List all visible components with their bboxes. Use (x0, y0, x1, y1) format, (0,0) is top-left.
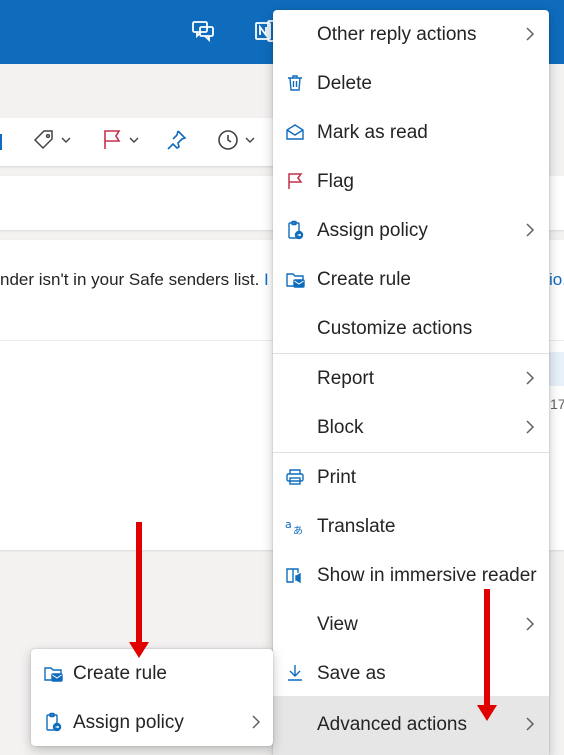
menu-item-view[interactable]: View (273, 600, 549, 649)
menu-item-create-rule[interactable]: Create rule (273, 255, 549, 304)
menu-item-assign-policy[interactable]: Assign policy (273, 206, 549, 255)
policy-icon (285, 220, 305, 240)
menu-item-label: Save as (317, 663, 386, 684)
selected-item-fragment[interactable] (549, 352, 564, 386)
message-toolbar (0, 118, 300, 166)
chevron-right-icon (523, 222, 537, 238)
menu-item-other-reply-actions[interactable]: Other reply actions (273, 10, 549, 59)
menu-item-translate[interactable]: a あ Translate (273, 502, 549, 551)
menu-item-mark-as-read[interactable]: Mark as read (273, 108, 549, 157)
annotation-arrow-down (477, 589, 497, 721)
menu-item-advanced-actions[interactable]: Advanced actions (273, 696, 549, 755)
menu-item-label: Customize actions (317, 318, 473, 339)
clock-icon (216, 128, 240, 157)
menu-item-immersive-reader[interactable]: Show in immersive reader (273, 551, 549, 600)
folder-rule-icon (43, 663, 63, 683)
menu-item-save-as[interactable]: Save as (273, 649, 549, 698)
menu-item-label: Report (317, 368, 375, 389)
menu-item-customize-actions[interactable]: Customize actions (273, 304, 549, 353)
notice-link[interactable]: I (264, 270, 269, 290)
chevron-right-icon (523, 370, 537, 386)
chevron-right-icon (523, 419, 537, 435)
safe-senders-notice: nder isn't in your Safe senders list. (0, 270, 260, 289)
menu-item-label: Delete (317, 73, 372, 94)
envelope-open-icon (285, 122, 305, 142)
printer-icon (285, 467, 305, 487)
notice-link-right[interactable]: io. (549, 270, 564, 290)
menu-item-print[interactable]: Print (273, 453, 549, 502)
chevron-down-icon (244, 133, 256, 151)
submenu-item-create-rule[interactable]: Create rule (31, 649, 273, 698)
categorize-button[interactable] (32, 128, 72, 156)
menu-item-label: Block (317, 417, 364, 438)
ribbon-edge (0, 128, 4, 156)
flag-icon (285, 171, 305, 191)
trash-icon (285, 73, 305, 93)
menu-item-label: Other reply actions (317, 24, 477, 45)
svg-text:あ: あ (293, 525, 303, 536)
menu-item-label: Advanced actions (317, 714, 467, 735)
chevron-right-icon (523, 716, 537, 732)
menu-item-report[interactable]: Report (273, 354, 549, 403)
immersive-reader-icon (285, 565, 305, 585)
menu-item-label: Translate (317, 516, 396, 537)
menu-item-label: Print (317, 467, 357, 488)
folder-rule-icon (285, 269, 305, 289)
menu-item-label: Assign policy (317, 220, 428, 241)
menu-item-block[interactable]: Block (273, 403, 549, 452)
chevron-right-icon (249, 714, 263, 730)
chevron-down-icon (60, 133, 72, 151)
chat-icon[interactable] (190, 18, 216, 44)
menu-item-flag[interactable]: Flag (273, 157, 549, 206)
chevron-right-icon (523, 26, 537, 42)
download-icon (285, 663, 305, 683)
menu-item-label: Create rule (73, 663, 167, 684)
pin-button[interactable] (164, 128, 188, 156)
menu-item-label: Flag (317, 171, 354, 192)
date-fragment: 17 (550, 396, 564, 412)
snooze-button[interactable] (216, 128, 256, 156)
policy-icon (43, 712, 63, 732)
translate-icon: a あ (285, 516, 305, 537)
flag-icon (100, 128, 124, 157)
pin-icon (164, 128, 188, 157)
menu-item-delete[interactable]: Delete (273, 59, 549, 108)
menu-item-label: Create rule (317, 269, 411, 290)
menu-item-label: Mark as read (317, 122, 428, 143)
submenu-item-assign-policy[interactable]: Assign policy (31, 698, 273, 747)
advanced-actions-submenu: Create rule Assign policy (31, 649, 273, 746)
menu-item-label: Show in immersive reader (317, 565, 537, 586)
chevron-down-icon (128, 133, 140, 151)
tag-icon (32, 128, 56, 157)
chevron-right-icon (523, 616, 537, 632)
annotation-arrow-down (129, 522, 149, 658)
menu-item-label: View (317, 614, 358, 635)
menu-item-label: Assign policy (73, 712, 184, 733)
flag-button[interactable] (100, 128, 140, 156)
context-menu: Other reply actions Delete Mark as read … (273, 10, 549, 755)
svg-text:a: a (285, 518, 292, 531)
